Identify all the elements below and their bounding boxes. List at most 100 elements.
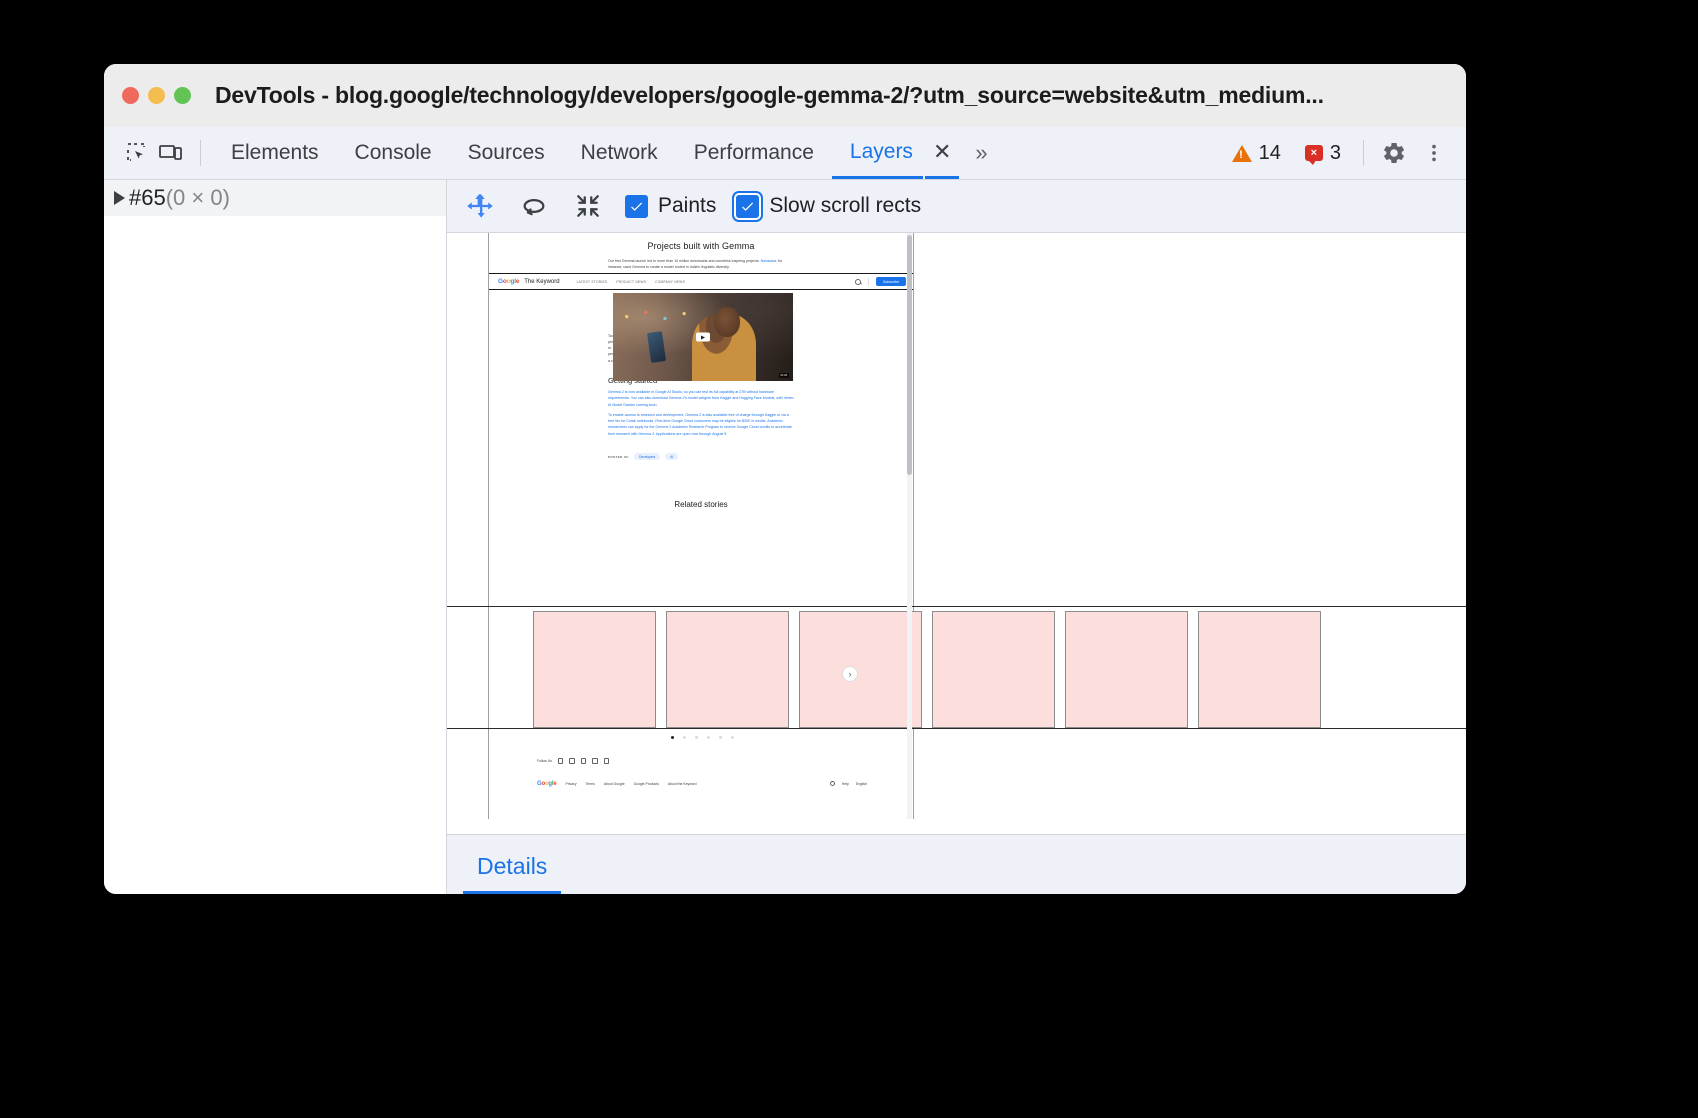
chevron-right-icon[interactable] bbox=[114, 191, 125, 205]
globe-icon bbox=[830, 781, 835, 786]
error-icon: × bbox=[1305, 145, 1323, 161]
preview-sticky-nav[interactable]: Google The Keyword LATEST STORIES PRODUC… bbox=[489, 273, 914, 290]
carousel-dot-3[interactable] bbox=[695, 736, 698, 739]
layer-id: #65 bbox=[129, 185, 166, 211]
kebab-menu-icon[interactable] bbox=[1416, 135, 1452, 171]
layer-tree-item-65[interactable]: #65 (0 × 0) bbox=[104, 180, 446, 216]
footer-link-terms[interactable]: Terms bbox=[586, 782, 595, 786]
related-story-card[interactable] bbox=[666, 611, 789, 728]
page-layer-snapshot[interactable]: Projects built with Gemma Our first Gemm… bbox=[488, 233, 914, 819]
tab-network[interactable]: Network bbox=[563, 127, 676, 179]
gear-icon[interactable] bbox=[1376, 135, 1412, 171]
tab-details[interactable]: Details bbox=[463, 853, 561, 894]
slow-scroll-rects-checkbox[interactable]: Slow scroll rects bbox=[736, 194, 921, 218]
errors-counter[interactable]: × 3 bbox=[1295, 142, 1351, 165]
instagram-icon[interactable] bbox=[558, 758, 564, 764]
tab-console[interactable]: Console bbox=[337, 127, 450, 179]
related-story-card[interactable] bbox=[533, 611, 656, 728]
pan-mode-button[interactable] bbox=[463, 189, 497, 223]
nav-item-latest-stories[interactable]: LATEST STORIES bbox=[577, 280, 608, 284]
carousel-dot-2[interactable] bbox=[683, 736, 686, 739]
devtools-window: DevTools - blog.google/technology/develo… bbox=[104, 64, 1466, 894]
subscribe-button[interactable]: Subscribe bbox=[876, 277, 906, 285]
paints-checkbox[interactable]: Paints bbox=[625, 194, 716, 218]
tab-elements[interactable]: Elements bbox=[213, 127, 337, 179]
posted-in-label: POSTED IN: bbox=[608, 455, 629, 459]
device-toolbar-icon[interactable] bbox=[154, 136, 188, 170]
footer-google-logo: Google bbox=[537, 781, 556, 787]
preview-hero-video[interactable]: 01:29 bbox=[613, 293, 793, 381]
window-title: DevTools - blog.google/technology/develo… bbox=[215, 82, 1324, 109]
reset-view-button[interactable] bbox=[571, 189, 605, 223]
preview-footer: Follow Us Google Privacy Terms About Goo… bbox=[489, 758, 914, 787]
page-scrollbar-thumb[interactable] bbox=[907, 235, 912, 475]
carousel-dot-1[interactable] bbox=[671, 736, 674, 739]
related-story-card[interactable] bbox=[932, 611, 1055, 728]
layers-3d-canvas[interactable]: Projects built with Gemma Our first Gemm… bbox=[447, 233, 1466, 834]
related-story-card[interactable] bbox=[1065, 611, 1188, 728]
tab-layers[interactable]: Layers bbox=[832, 127, 923, 179]
facebook-icon[interactable] bbox=[592, 758, 598, 764]
related-stories-cards bbox=[533, 611, 1321, 728]
navarasa-link[interactable]: Navarasa bbox=[761, 259, 776, 263]
nav-divider bbox=[868, 278, 869, 286]
tab-sources[interactable]: Sources bbox=[450, 127, 563, 179]
footer-link-google-products[interactable]: Google Products bbox=[634, 782, 659, 786]
warnings-counter[interactable]: 14 bbox=[1222, 142, 1291, 165]
preview-related-heading: Related stories bbox=[489, 500, 913, 509]
checkbox-checked-icon bbox=[736, 195, 759, 218]
inspect-element-icon[interactable] bbox=[120, 136, 154, 170]
carousel-dot-4[interactable] bbox=[707, 736, 710, 739]
carousel-dot-6[interactable] bbox=[731, 736, 734, 739]
panel-tabs: Elements Console Sources Network Perform… bbox=[213, 127, 996, 179]
carousel-dot-5[interactable] bbox=[719, 736, 722, 739]
preview-nav-items: LATEST STORIES PRODUCT NEWS COMPANY NEWS bbox=[577, 280, 685, 284]
tag-ai[interactable]: AI bbox=[665, 453, 678, 460]
tab-performance[interactable]: Performance bbox=[676, 127, 832, 179]
errors-count: 3 bbox=[1330, 142, 1341, 165]
layer-dimensions: (0 × 0) bbox=[166, 185, 230, 211]
twitter-icon[interactable] bbox=[569, 758, 575, 764]
tabbar-right-controls: 14 × 3 bbox=[1222, 135, 1452, 171]
footer-links-row: Google Privacy Terms About Google Google… bbox=[537, 781, 867, 787]
preview-posted-in: POSTED IN: Developers AI bbox=[608, 453, 794, 460]
footer-help-label[interactable]: Help bbox=[842, 782, 849, 786]
search-icon[interactable] bbox=[855, 279, 861, 285]
footer-right: Help English bbox=[830, 781, 867, 786]
preview-paragraph-1-pre: Our first Gemma launch led to more than … bbox=[608, 259, 760, 263]
close-layers-tab-button[interactable]: ✕ bbox=[925, 127, 959, 179]
minimize-window-button[interactable] bbox=[148, 87, 165, 104]
preview-nav-right: Subscribe bbox=[855, 277, 906, 285]
hero-string-lights bbox=[618, 309, 704, 328]
youtube-icon[interactable] bbox=[581, 758, 587, 764]
layers-toolbar: Paints Slow scroll rects bbox=[447, 180, 1466, 233]
google-logo: Google bbox=[498, 278, 519, 285]
toolbar-divider bbox=[200, 140, 201, 166]
checkbox-checked-icon bbox=[625, 195, 648, 218]
rotate-mode-button[interactable] bbox=[517, 189, 551, 223]
layers-view: Paints Slow scroll rects Projects built … bbox=[447, 180, 1466, 894]
maximize-window-button[interactable] bbox=[174, 87, 191, 104]
tag-developers[interactable]: Developers bbox=[634, 453, 660, 460]
carousel-next-arrow-icon[interactable]: › bbox=[842, 666, 858, 682]
details-drawer: Details bbox=[447, 834, 1466, 894]
footer-link-privacy[interactable]: Privacy bbox=[565, 782, 576, 786]
video-duration: 01:29 bbox=[779, 373, 790, 378]
related-story-card[interactable] bbox=[1198, 611, 1321, 728]
footer-link-about-keyword[interactable]: About the Keyword bbox=[668, 782, 697, 786]
nav-item-company-news[interactable]: COMPANY NEWS bbox=[655, 280, 685, 284]
footer-link-about-google[interactable]: About Google bbox=[604, 782, 625, 786]
more-tabs-icon[interactable]: » bbox=[965, 140, 995, 166]
preview-getting-started-text: Gemma 2 is now available in Google AI St… bbox=[608, 389, 794, 408]
footer-language-label[interactable]: English bbox=[856, 782, 867, 786]
traffic-lights bbox=[122, 87, 191, 104]
devtools-tabbar: Elements Console Sources Network Perform… bbox=[104, 127, 1466, 180]
play-button-icon[interactable] bbox=[696, 333, 710, 342]
related-story-card[interactable] bbox=[799, 611, 922, 728]
warnings-count: 14 bbox=[1259, 142, 1281, 165]
preview-getting-started-text-2: To enable access to research and develop… bbox=[608, 412, 794, 437]
close-window-button[interactable] bbox=[122, 87, 139, 104]
nav-item-product-news[interactable]: PRODUCT NEWS bbox=[616, 280, 646, 284]
toolbar-divider-right bbox=[1363, 140, 1364, 166]
linkedin-icon[interactable] bbox=[604, 758, 610, 764]
